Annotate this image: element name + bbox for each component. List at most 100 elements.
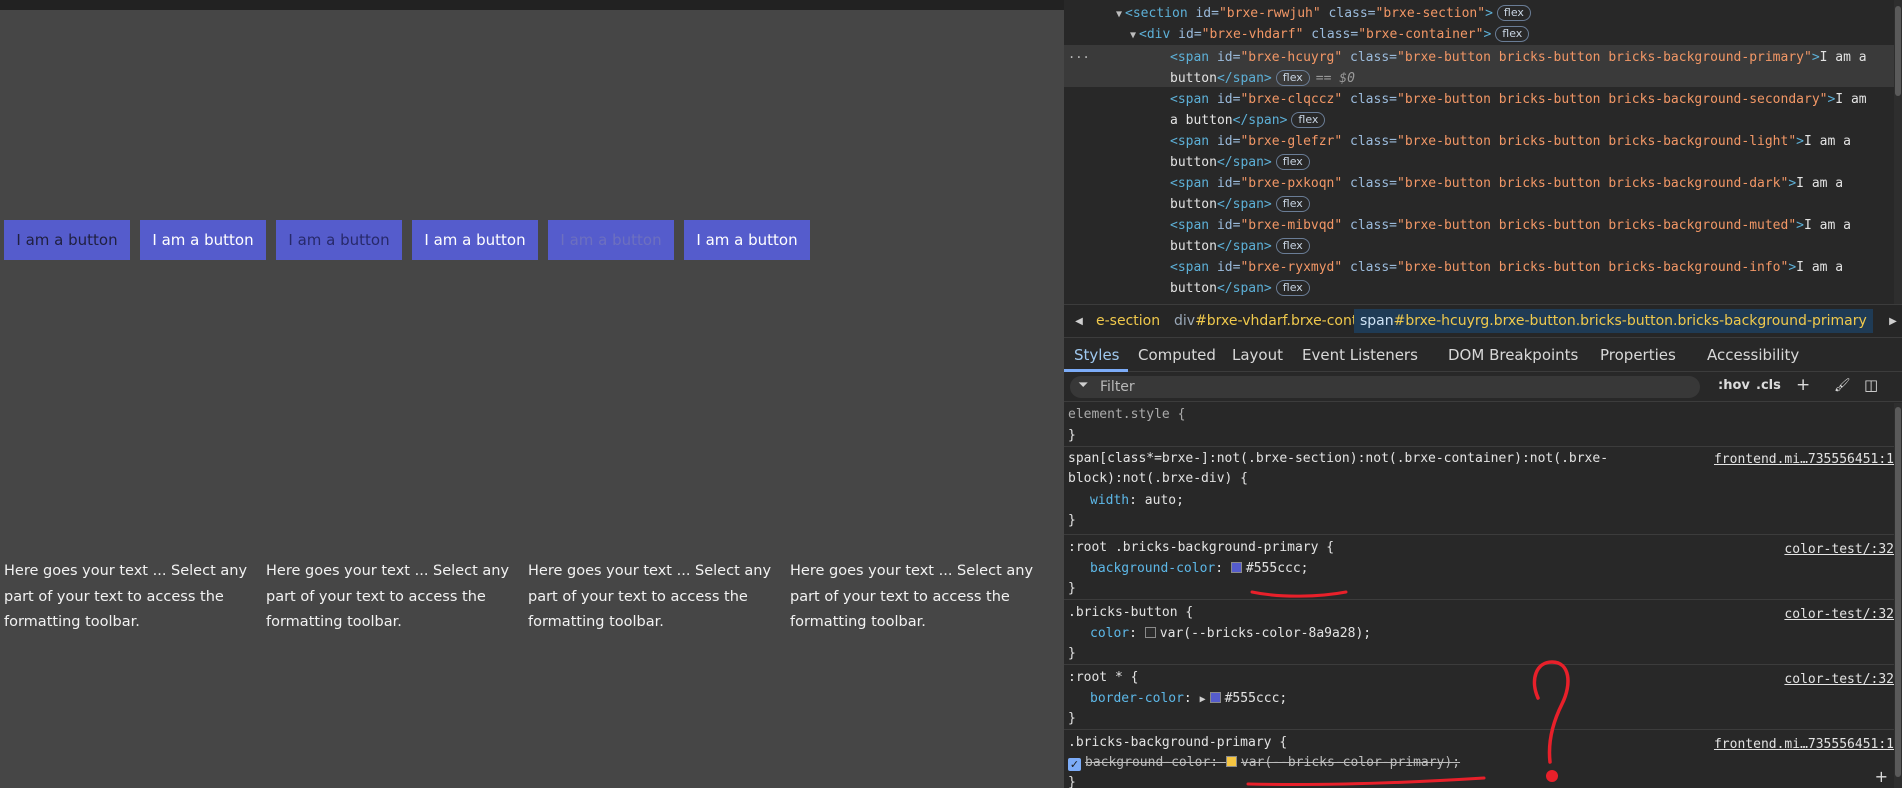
property-name[interactable]: border-color [1090,691,1184,706]
breadcrumb-item-section[interactable]: e-section [1096,313,1160,329]
flex-badge[interactable]: flex [1275,154,1310,170]
breadcrumb-left-arrow-icon[interactable]: ◀ [1068,310,1090,332]
flex-badge[interactable]: flex [1275,238,1310,254]
rule-declaration[interactable]: background-color: #555ccc; [1090,558,1309,579]
more-options-icon[interactable]: ... [1068,47,1090,61]
paint-brush-icon[interactable]: 🖌 [1834,378,1851,393]
rule-selector[interactable]: :root .bricks-background-primary { [1068,537,1334,558]
color-swatch[interactable] [1225,756,1237,767]
node-text[interactable]: button [1170,281,1217,296]
rule-declaration[interactable]: ✓ background-color: var(--bricks-color-pr… [1068,752,1460,773]
property-name[interactable]: background-color [1085,755,1210,770]
scrollbar-thumb[interactable] [1895,6,1901,96]
rule-selector[interactable]: :root * { [1068,667,1138,688]
dom-node-span[interactable]: <span id="brxe-ryxmyd" class="brxe-butto… [1170,257,1843,278]
property-value[interactable]: #555ccc; [1225,691,1288,706]
styles-scrollbar[interactable] [1894,403,1902,788]
color-swatch[interactable] [1230,562,1242,573]
dom-node-span-cont[interactable]: button</span> flex [1170,152,1310,173]
property-name[interactable]: color [1090,626,1129,641]
attr-value[interactable]: "brxe-button bricks-button bricks-backgr… [1397,260,1788,275]
property-value[interactable]: var(--bricks-color-8a9a28); [1160,626,1371,641]
new-rule-icon[interactable]: + [1796,375,1810,395]
dom-node-span[interactable]: <span id="brxe-glefzr" class="brxe-butto… [1170,131,1851,152]
cls-toggle[interactable]: .cls [1756,378,1781,393]
rule-selector[interactable]: .bricks-button { [1068,602,1193,623]
node-text[interactable]: button [1170,155,1217,170]
attr-value[interactable]: "brxe-pxkoqn" [1240,176,1342,191]
dom-node-span[interactable]: <span id="brxe-mibvqd" class="brxe-butto… [1170,215,1851,236]
attr-value[interactable]: "brxe-ryxmyd" [1240,260,1342,275]
attr-value[interactable]: "brxe-rwwjuh" [1219,6,1321,21]
add-property-icon[interactable]: + [1875,767,1888,786]
attr-value[interactable]: "brxe-section" [1376,6,1486,21]
flex-badge[interactable]: flex [1275,196,1310,212]
node-text[interactable]: I am a [1796,176,1843,191]
attr-value[interactable]: "brxe-glefzr" [1240,134,1342,149]
tab-layout[interactable]: Layout [1232,346,1283,364]
node-text[interactable]: button [1170,239,1217,254]
dom-node-span-cont[interactable]: button</span> flex == $0 [1170,68,1355,89]
attr-value[interactable]: "brxe-button bricks-button bricks-backgr… [1397,134,1796,149]
secondary-button[interactable]: I am a button [140,220,266,260]
attr-value[interactable]: "brxe-hcuyrg" [1240,50,1342,65]
tab-computed[interactable]: Computed [1138,346,1216,364]
rule-source-link[interactable]: frontend.mi…735556451:1 [1714,734,1894,755]
color-swatch[interactable] [1144,627,1156,638]
breadcrumb-item-span[interactable]: span#brxe-hcuyrg.brxe-button.bricks-butt… [1354,309,1873,333]
tab-properties[interactable]: Properties [1600,346,1676,364]
node-text[interactable]: I am a [1804,218,1851,233]
node-text[interactable]: a button [1170,113,1233,128]
dom-node-span-cont[interactable]: button</span> flex [1170,236,1310,257]
color-swatch[interactable] [1209,692,1221,703]
dom-node-span-cont[interactable]: a button</span> flex [1170,110,1326,131]
node-text[interactable]: I am a [1796,260,1843,275]
node-text[interactable]: I am a [1820,50,1867,65]
attr-value[interactable]: "brxe-vhdarf" [1202,27,1304,42]
flex-badge[interactable]: flex [1496,5,1531,21]
expand-triangle-icon[interactable]: ▼ [1116,9,1122,20]
flex-badge[interactable]: flex [1495,26,1530,42]
light-button[interactable]: I am a button [276,220,402,260]
expand-triangle-icon[interactable]: ▼ [1130,30,1136,41]
dom-node-span[interactable]: <span id="brxe-pxkoqn" class="brxe-butto… [1170,173,1843,194]
rule-source-link[interactable]: color-test/:32 [1784,669,1894,690]
rule-source-link[interactable]: color-test/:32 [1784,539,1894,560]
filter-input[interactable] [1100,376,1680,398]
attr-value[interactable]: "brxe-clqccz" [1240,92,1342,107]
scrollbar-thumb[interactable] [1895,407,1901,777]
tab-accessibility[interactable]: Accessibility [1707,346,1799,364]
expand-shorthand-icon[interactable]: ▶ [1200,694,1206,705]
info-button[interactable]: I am a button [684,220,810,260]
elements-scrollbar[interactable] [1894,0,1902,304]
dom-node-span[interactable]: <span id="brxe-clqccz" class="brxe-butto… [1170,89,1867,110]
flex-badge[interactable]: flex [1275,280,1310,296]
attr-value[interactable]: "brxe-button bricks-button bricks-backgr… [1397,92,1827,107]
flex-badge[interactable]: flex [1275,70,1310,86]
node-text[interactable]: I am a [1804,134,1851,149]
rule-declaration[interactable]: color: var(--bricks-color-8a9a28); [1090,623,1371,644]
node-text[interactable]: I am [1835,92,1866,107]
property-value[interactable]: #555ccc; [1246,561,1309,576]
rule-selector[interactable]: span[class*=brxe-]:not(.brxe-section):no… [1068,448,1608,469]
rule-declaration[interactable]: border-color: ▶ #555ccc; [1090,688,1287,709]
attr-value[interactable]: "brxe-button bricks-button bricks-backgr… [1397,50,1812,65]
breadcrumb-right-arrow-icon[interactable]: ▶ [1882,310,1902,332]
flex-badge[interactable]: flex [1291,112,1326,128]
rule-source-link[interactable]: color-test/:32 [1784,604,1894,625]
rule-declaration[interactable]: width: auto; [1090,490,1184,511]
property-name[interactable]: width [1090,493,1129,508]
toggle-sidebar-icon[interactable]: ◫ [1864,376,1878,394]
dom-node-section[interactable]: ▼ <section id="brxe-rwwjuh" class="brxe-s… [1116,3,1531,24]
property-checkbox[interactable]: ✓ [1068,758,1081,771]
attr-value[interactable]: "brxe-button bricks-button bricks-backgr… [1397,218,1796,233]
node-text[interactable]: button [1170,71,1217,86]
dom-node-span-cont[interactable]: button</span> flex [1170,194,1310,215]
dark-button[interactable]: I am a button [412,220,538,260]
attr-value[interactable]: "brxe-mibvqd" [1240,218,1342,233]
dom-node-div[interactable]: ▼ <div id="brxe-vhdarf" class="brxe-conta… [1130,24,1530,45]
rule-selector-cont[interactable]: block):not(.brxe-div) { [1068,468,1248,489]
tab-dom-breakpoints[interactable]: DOM Breakpoints [1448,346,1578,364]
node-text[interactable]: button [1170,197,1217,212]
attr-value[interactable]: "brxe-container" [1358,27,1483,42]
